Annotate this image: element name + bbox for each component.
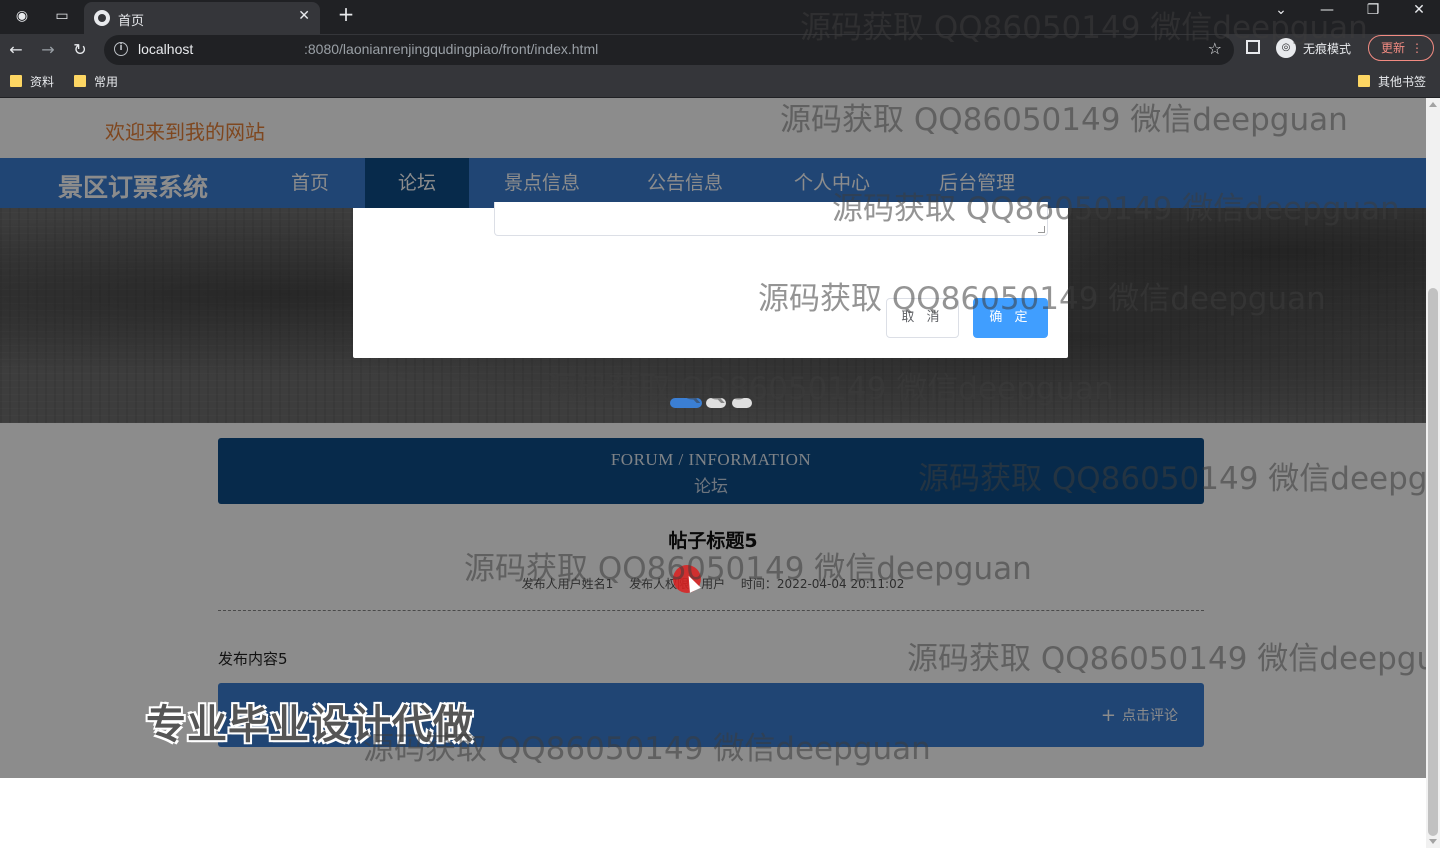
bookmark-folder-ziliao[interactable]: 资料 xyxy=(10,73,54,90)
update-button[interactable]: 更新 ⋮ xyxy=(1368,35,1434,61)
tab-search-icon[interactable]: ▭ xyxy=(50,4,74,28)
browser-tab-home[interactable]: 首页 ✕ xyxy=(84,2,320,34)
more-menu-icon[interactable]: ⋮ xyxy=(1411,36,1423,60)
watermark: 源码获取 QQ86050149 微信deepguan xyxy=(832,191,1400,227)
watermark: 源码获取 QQ86050149 微信deepguan xyxy=(464,551,1032,587)
folder-icon xyxy=(1358,75,1370,87)
bookmark-folder-changyong[interactable]: 常用 xyxy=(74,73,118,90)
update-label: 更新 xyxy=(1381,41,1406,55)
browser-menu-icon[interactable]: ◉ xyxy=(10,4,34,28)
page-scrollbar[interactable] xyxy=(1426,98,1440,848)
watermark: 源码获取 QQ86050149 微信deepguan xyxy=(800,10,1368,46)
watermark: 源码获取 QQ86050149 微信deepguan xyxy=(907,641,1426,677)
scroll-up-icon[interactable] xyxy=(1429,102,1437,107)
forward-icon[interactable]: → xyxy=(36,38,60,62)
site-info-icon[interactable]: i xyxy=(114,42,128,56)
watermark: 源码获取 QQ86050149 微信deepguan xyxy=(363,731,931,767)
new-tab-button[interactable]: + xyxy=(334,2,358,26)
folder-icon xyxy=(74,75,86,87)
watermark: 源码获取 QQ86050149 微信deepguan xyxy=(780,102,1348,138)
window-close-icon[interactable]: ✕ xyxy=(1404,2,1434,18)
watermark: 源码获取 QQ86050149 微信deepguan xyxy=(918,461,1426,497)
bookmark-folder-other[interactable]: 其他书签 xyxy=(1358,73,1426,90)
tab-title: 首页 xyxy=(118,14,145,29)
folder-icon xyxy=(10,75,22,87)
watermark: 源码获取 QQ86050149 微信deepguan xyxy=(758,281,1326,317)
scroll-down-icon[interactable] xyxy=(1429,839,1437,844)
url-path: :8080/laonianrenjingqudingpiao/front/ind… xyxy=(304,41,599,57)
url-host: localhost xyxy=(138,41,194,57)
tab-close-icon[interactable]: ✕ xyxy=(298,8,310,24)
scrollbar-thumb[interactable] xyxy=(1428,288,1438,836)
watermark: 源码获取 QQ86050149 微信deepguan xyxy=(546,371,1114,407)
globe-icon xyxy=(94,10,110,26)
back-icon[interactable]: ← xyxy=(4,38,28,62)
reload-icon[interactable]: ↻ xyxy=(68,38,92,62)
